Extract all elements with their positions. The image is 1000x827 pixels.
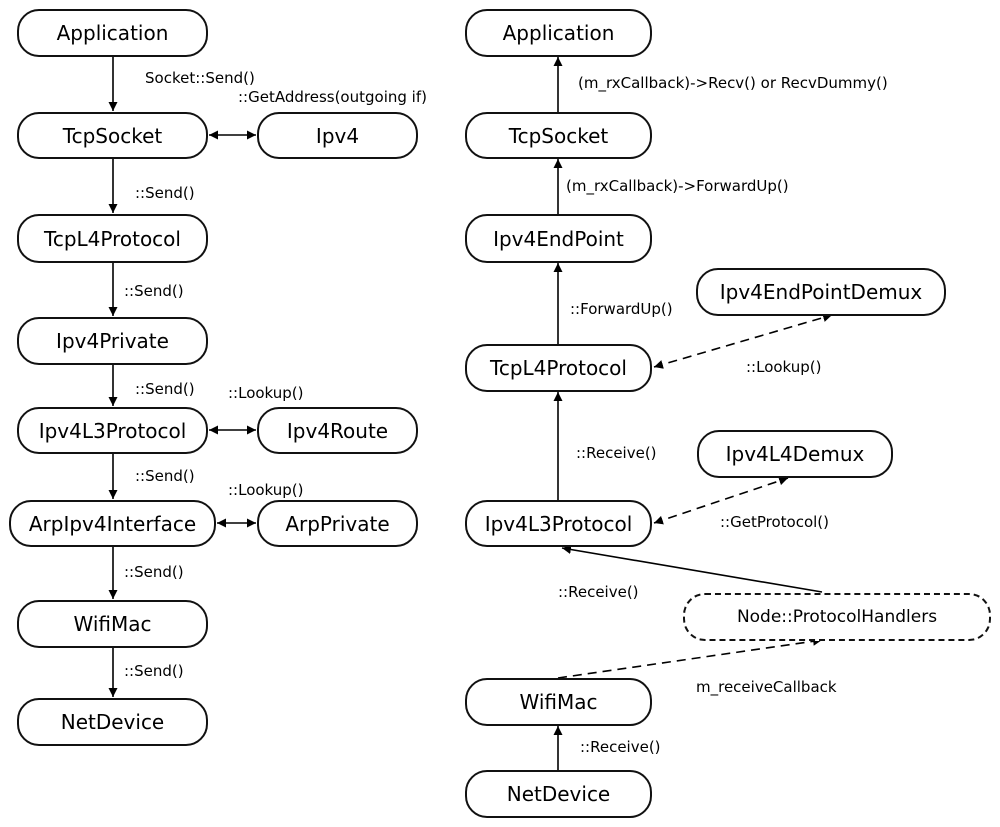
label-recv-socket-to-app: (m_rxCallback)->Recv() or RecvDummy() bbox=[578, 74, 888, 92]
node-recv-tcp-socket: TcpSocket bbox=[465, 112, 652, 159]
label-send-l3-route: ::Lookup() bbox=[228, 384, 304, 402]
label-send-socket-to-l4: ::Send() bbox=[135, 184, 195, 202]
node-send-tcp-l4-protocol: TcpL4Protocol bbox=[17, 214, 208, 263]
label-recv-l3-get-protocol: ::GetProtocol() bbox=[720, 513, 829, 531]
node-recv-application: Application bbox=[465, 9, 652, 57]
node-recv-protocol-handlers: Node::ProtocolHandlers bbox=[683, 593, 991, 641]
node-recv-ipv4-endpoint-demux: Ipv4EndPointDemux bbox=[696, 268, 946, 316]
label-recv-l4-demux-lookup: ::Lookup() bbox=[746, 358, 822, 376]
node-send-application: Application bbox=[17, 9, 208, 57]
label-send-arp-private: ::Lookup() bbox=[228, 481, 304, 499]
node-recv-wifi-mac: WifiMac bbox=[465, 678, 652, 726]
label-send-private-to-l3: ::Send() bbox=[135, 380, 195, 398]
node-send-ipv4-route: Ipv4Route bbox=[257, 407, 418, 454]
node-send-arp-ipv4-interface: ArpIpv4Interface bbox=[9, 500, 216, 547]
label-send-arp-to-wifi: ::Send() bbox=[124, 563, 184, 581]
label-recv-l3-to-l4: ::Receive() bbox=[576, 444, 657, 462]
label-recv-wifi-to-handlers: m_receiveCallback bbox=[696, 678, 837, 696]
node-send-ipv4-l3-protocol: Ipv4L3Protocol bbox=[17, 407, 208, 454]
node-recv-tcp-l4-protocol: TcpL4Protocol bbox=[465, 344, 652, 392]
node-recv-ipv4-endpoint: Ipv4EndPoint bbox=[465, 214, 652, 263]
node-recv-net-device: NetDevice bbox=[465, 770, 652, 818]
node-send-ipv4-private: Ipv4Private bbox=[17, 317, 208, 365]
label-recv-handlers-to-l3: ::Receive() bbox=[558, 583, 639, 601]
label-send-socket-ipv4: ::GetAddress(outgoing if) bbox=[238, 88, 427, 106]
node-send-ipv4: Ipv4 bbox=[257, 112, 418, 159]
edge-wifi-to-handlers bbox=[557, 636, 823, 679]
label-send-l3-to-arp: ::Send() bbox=[135, 467, 195, 485]
label-send-wifi-to-netdev: ::Send() bbox=[124, 662, 184, 680]
label-recv-endpoint-to-socket: (m_rxCallback)->ForwardUp() bbox=[566, 177, 789, 195]
label-recv-l4-to-endpoint: ::ForwardUp() bbox=[570, 300, 673, 318]
node-send-tcp-socket: TcpSocket bbox=[17, 112, 208, 159]
node-recv-ipv4-l3-protocol: Ipv4L3Protocol bbox=[465, 500, 652, 547]
node-send-arp-private: ArpPrivate bbox=[257, 500, 418, 547]
node-send-net-device: NetDevice bbox=[17, 698, 208, 746]
label-send-app-to-socket: Socket::Send() bbox=[145, 69, 255, 87]
label-send-l4-to-private: ::Send() bbox=[124, 282, 184, 300]
node-send-wifi-mac: WifiMac bbox=[17, 600, 208, 648]
label-recv-netdev-to-wifi: ::Receive() bbox=[580, 738, 661, 756]
node-recv-ipv4-l4-demux: Ipv4L4Demux bbox=[697, 430, 893, 478]
